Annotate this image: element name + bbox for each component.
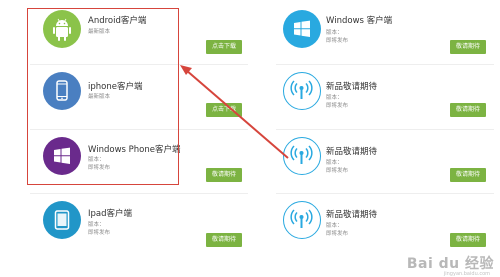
watermark: Bai du 经验 [406,256,494,272]
arrow-annotation [180,65,289,159]
watermark-url: jingyan.baidu.com [443,271,490,277]
